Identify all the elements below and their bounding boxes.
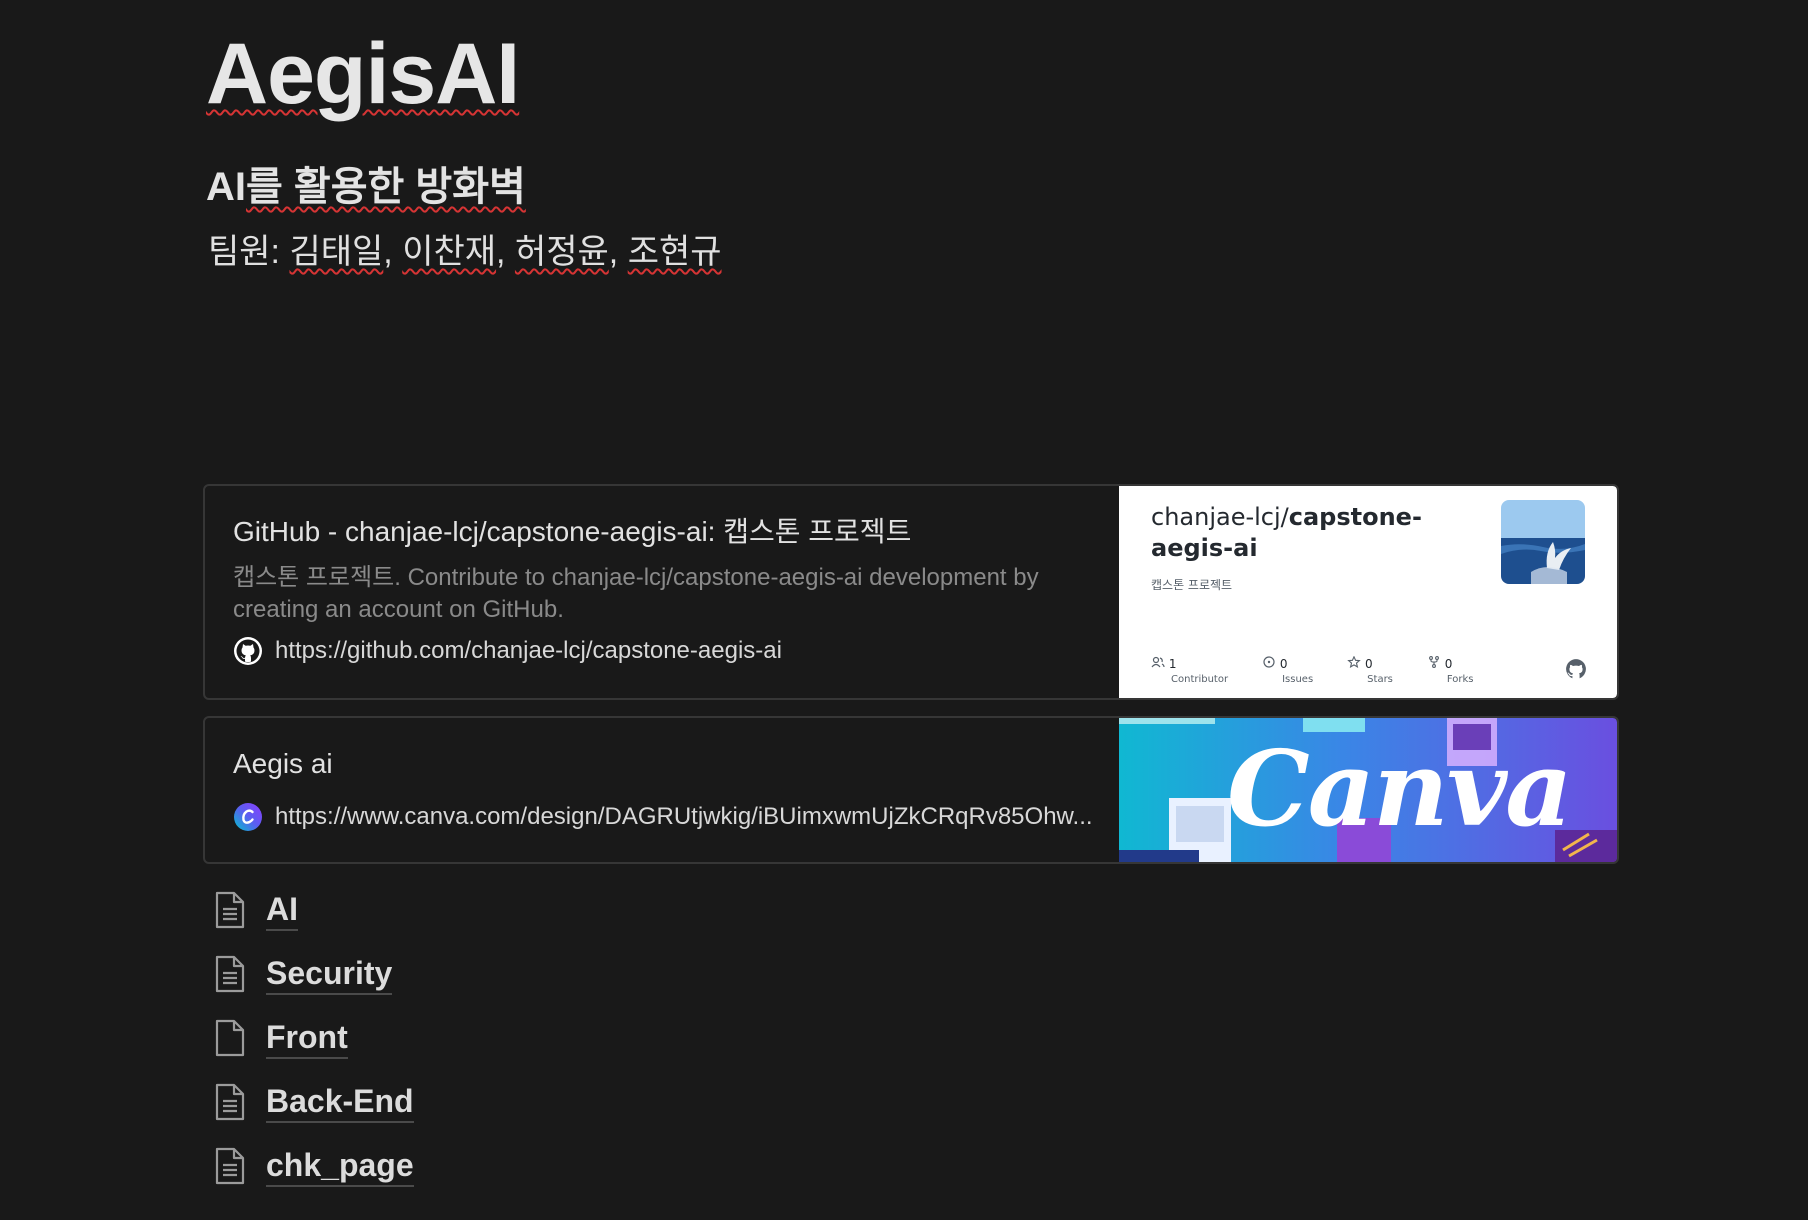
github-logo-icon xyxy=(1566,659,1586,679)
subpage-label: chk_page xyxy=(266,1145,414,1187)
github-icon xyxy=(234,637,262,665)
stat-value: 1 xyxy=(1168,657,1177,671)
issues-icon xyxy=(1263,656,1275,668)
member-name: 조현규 xyxy=(627,233,722,271)
notion-page: AegisAI AI를 활용한 방화벽 팀원: 김태일, 이찬재, 허정윤, 조… xyxy=(0,0,1808,1220)
bookmark-text: GitHub - chanjae-lcj/capstone-aegis-ai: … xyxy=(233,486,1113,666)
subpage-label: Back-End xyxy=(266,1081,414,1123)
subpage-chk-page[interactable]: chk_page xyxy=(214,1134,414,1198)
stat-stars: 0 Stars xyxy=(1347,655,1393,688)
member-separator: , xyxy=(608,233,628,271)
canva-preview-image: Canva xyxy=(1119,718,1617,862)
star-icon xyxy=(1347,655,1361,669)
repo-description: 캡스톤 프로젝트 xyxy=(1151,578,1233,592)
page-text-icon xyxy=(215,1147,245,1185)
bookmark-title: Aegis ai xyxy=(233,748,333,779)
subtitle-ai: AI xyxy=(206,165,246,209)
canva-bookmark[interactable]: Aegis ai https://www.canva.com/design/DA… xyxy=(203,716,1619,864)
github-bookmark[interactable]: GitHub - chanjae-lcj/capstone-aegis-ai: … xyxy=(203,484,1619,700)
member-name: 이찬재 xyxy=(402,233,497,271)
stat-value: 0 xyxy=(1279,657,1288,671)
repo-stats: 1 Contributor 0 Issues 0 Stars 0 Forks xyxy=(1151,655,1474,688)
github-preview-card: chanjae-lcj/capstone-aegis-ai 캡스톤 프로젝트 1… xyxy=(1119,486,1617,698)
page-text-icon xyxy=(215,1083,245,1121)
members-prefix: 팀원: xyxy=(208,233,290,271)
subpage-security[interactable]: Security xyxy=(214,942,414,1006)
page-title-text: AegisAI xyxy=(206,26,520,122)
page-text-icon xyxy=(215,891,245,929)
stat-issues: 0 Issues xyxy=(1262,656,1313,688)
member-separator: , xyxy=(496,233,515,271)
bookmark-text: Aegis ai https://www.canva.com/design/DA… xyxy=(233,718,1113,832)
canva-wordmark: Canva xyxy=(1227,727,1573,850)
bookmark-description: 캡스톤 프로젝트. Contribute to chanjae-lcj/caps… xyxy=(233,564,1039,623)
stat-label: Issues xyxy=(1282,674,1314,685)
subpage-back-end[interactable]: Back-End xyxy=(214,1070,414,1134)
stat-label: Forks xyxy=(1446,674,1474,685)
bookmark-url: https://github.com/chanjae-lcj/capstone-… xyxy=(275,637,782,664)
bookmark-url-row: https://www.canva.com/design/DAGRUtjwkig… xyxy=(233,802,1113,832)
subpage-ai[interactable]: AI xyxy=(214,878,414,942)
fork-icon xyxy=(1428,656,1439,668)
stat-value: 0 xyxy=(1444,657,1453,671)
subpage-label: Front xyxy=(266,1017,348,1059)
subpage-label: AI xyxy=(266,889,298,931)
team-members-line[interactable]: 팀원: 김태일, 이찬재, 허정윤, 조현규 xyxy=(208,230,722,274)
subpage-front[interactable]: Front xyxy=(214,1006,414,1070)
bookmark-url-row: https://github.com/chanjae-lcj/capstone-… xyxy=(233,636,1113,666)
stat-contributors: 1 Contributor xyxy=(1151,656,1228,688)
page-text-icon xyxy=(215,955,245,993)
page-subtitle[interactable]: AI를 활용한 방화벽 xyxy=(206,162,526,212)
subtitle-rest: 를 활용한 방화벽 xyxy=(246,165,526,209)
bookmark-url: https://www.canva.com/design/DAGRUtjwkig… xyxy=(275,803,1093,830)
stat-label: Stars xyxy=(1367,674,1393,685)
stat-label: Contributor xyxy=(1171,674,1229,685)
subpage-label: Security xyxy=(266,953,393,995)
member-separator: , xyxy=(383,233,403,271)
page-blank-icon xyxy=(215,1019,245,1057)
repo-owner: chanjae-lcj/ xyxy=(1151,503,1289,531)
subpage-list: AI Security Front Back-End chk_page xyxy=(214,878,414,1198)
repo-avatar-whale xyxy=(1501,500,1585,584)
page-title[interactable]: AegisAI xyxy=(206,24,520,124)
bookmark-title: GitHub - chanjae-lcj/capstone-aegis-ai: … xyxy=(233,516,912,547)
stat-value: 0 xyxy=(1365,657,1373,671)
member-name: 허정윤 xyxy=(514,233,609,271)
contributors-icon xyxy=(1151,656,1165,668)
canva-icon xyxy=(234,803,262,831)
repo-name: chanjae-lcj/capstone-aegis-ai xyxy=(1151,502,1451,564)
member-name: 김태일 xyxy=(289,233,384,271)
stat-forks: 0 Forks xyxy=(1427,656,1474,688)
